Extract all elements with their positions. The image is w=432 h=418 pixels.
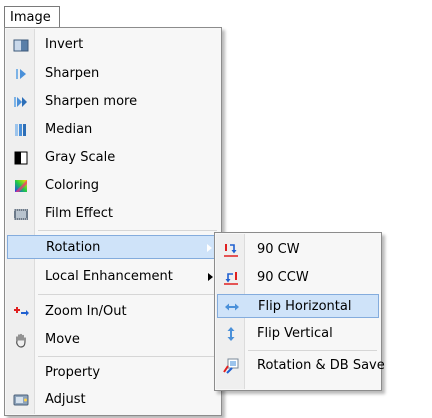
submenu-arrow-icon	[208, 273, 213, 281]
menu-item-label: Sharpen	[45, 66, 100, 81]
submenu-item-label: Flip Vertical	[257, 326, 333, 341]
menubar-image-label: Image	[10, 10, 51, 25]
menu-item-label: Adjust	[45, 392, 86, 407]
menu-item-rotation[interactable]: Rotation	[7, 235, 219, 259]
menu-item-median[interactable]: Median	[7, 118, 219, 142]
submenu-item-90-ccw[interactable]: 90 CCW	[217, 266, 379, 290]
rotation-db-save-icon	[223, 358, 239, 374]
rotate-cw-icon	[224, 244, 238, 257]
hand-icon	[16, 333, 26, 348]
submenu-item-label: 90 CW	[257, 242, 300, 257]
rotate-ccw-icon	[224, 272, 238, 285]
menu-item-local-enhancement[interactable]: Local Enhancement	[7, 265, 219, 289]
submenu-item-flip-horizontal[interactable]: Flip Horizontal	[217, 294, 379, 318]
submenu-item-flip-vertical[interactable]: Flip Vertical	[217, 322, 379, 346]
submenu-item-rotation-db-save[interactable]: Rotation & DB Save	[217, 354, 385, 378]
menu-item-label: Zoom In/Out	[45, 304, 127, 319]
image-menu: Invert Sharpen Sharpen more Median Gray …	[4, 27, 222, 416]
coloring-icon	[15, 180, 27, 192]
gray-scale-icon	[14, 151, 28, 165]
menu-item-label: Median	[45, 122, 93, 137]
menu-item-sharpen[interactable]: Sharpen	[7, 62, 219, 86]
menu-item-label: Property	[45, 365, 101, 380]
invert-icon	[13, 39, 29, 52]
menu-item-label: Local Enhancement	[45, 269, 173, 284]
menu-item-label: Coloring	[45, 178, 100, 193]
menu-item-invert[interactable]: Invert	[7, 33, 219, 57]
submenu-item-label: Rotation & DB Save	[257, 358, 385, 373]
flip-vertical-icon	[227, 327, 235, 341]
menu-item-zoom[interactable]: Zoom In/Out	[7, 300, 219, 324]
submenu-item-90-cw[interactable]: 90 CW	[217, 238, 379, 262]
menubar-image[interactable]: Image	[4, 6, 60, 28]
sharpen-more-icon	[14, 97, 27, 107]
menu-item-sharpen-more[interactable]: Sharpen more	[7, 90, 219, 114]
menu-item-gray-scale[interactable]: Gray Scale	[7, 146, 219, 170]
submenu-item-label: Flip Horizontal	[258, 299, 352, 314]
menu-item-coloring[interactable]: Coloring	[7, 174, 219, 198]
menu-item-label: Invert	[45, 37, 84, 52]
menu-item-label: Film Effect	[45, 206, 113, 221]
submenu-item-label: 90 CCW	[257, 270, 309, 285]
menu-item-label: Gray Scale	[45, 150, 116, 165]
adjust-icon	[13, 394, 29, 406]
menu-separator	[38, 356, 217, 357]
film-effect-icon	[14, 209, 28, 220]
menu-separator	[38, 230, 217, 231]
submenu-arrow-icon	[207, 244, 212, 252]
menu-item-label: Move	[45, 332, 80, 347]
menu-item-label: Sharpen more	[45, 94, 138, 109]
rotation-submenu: 90 CW 90 CCW Flip Horizontal Flip Vertic…	[214, 232, 385, 391]
menu-item-label: Rotation	[46, 240, 101, 255]
menu-item-move[interactable]: Move	[7, 328, 219, 352]
zoom-icon	[14, 307, 29, 316]
flip-horizontal-icon	[225, 303, 239, 311]
submenu-separator	[248, 350, 377, 351]
menu-item-film-effect[interactable]: Film Effect	[7, 202, 219, 226]
median-icon	[15, 124, 26, 136]
sharpen-icon	[16, 69, 26, 79]
menu-item-adjust[interactable]: Adjust	[7, 388, 219, 412]
menu-separator	[38, 294, 217, 295]
menu-item-property[interactable]: Property	[7, 361, 219, 385]
